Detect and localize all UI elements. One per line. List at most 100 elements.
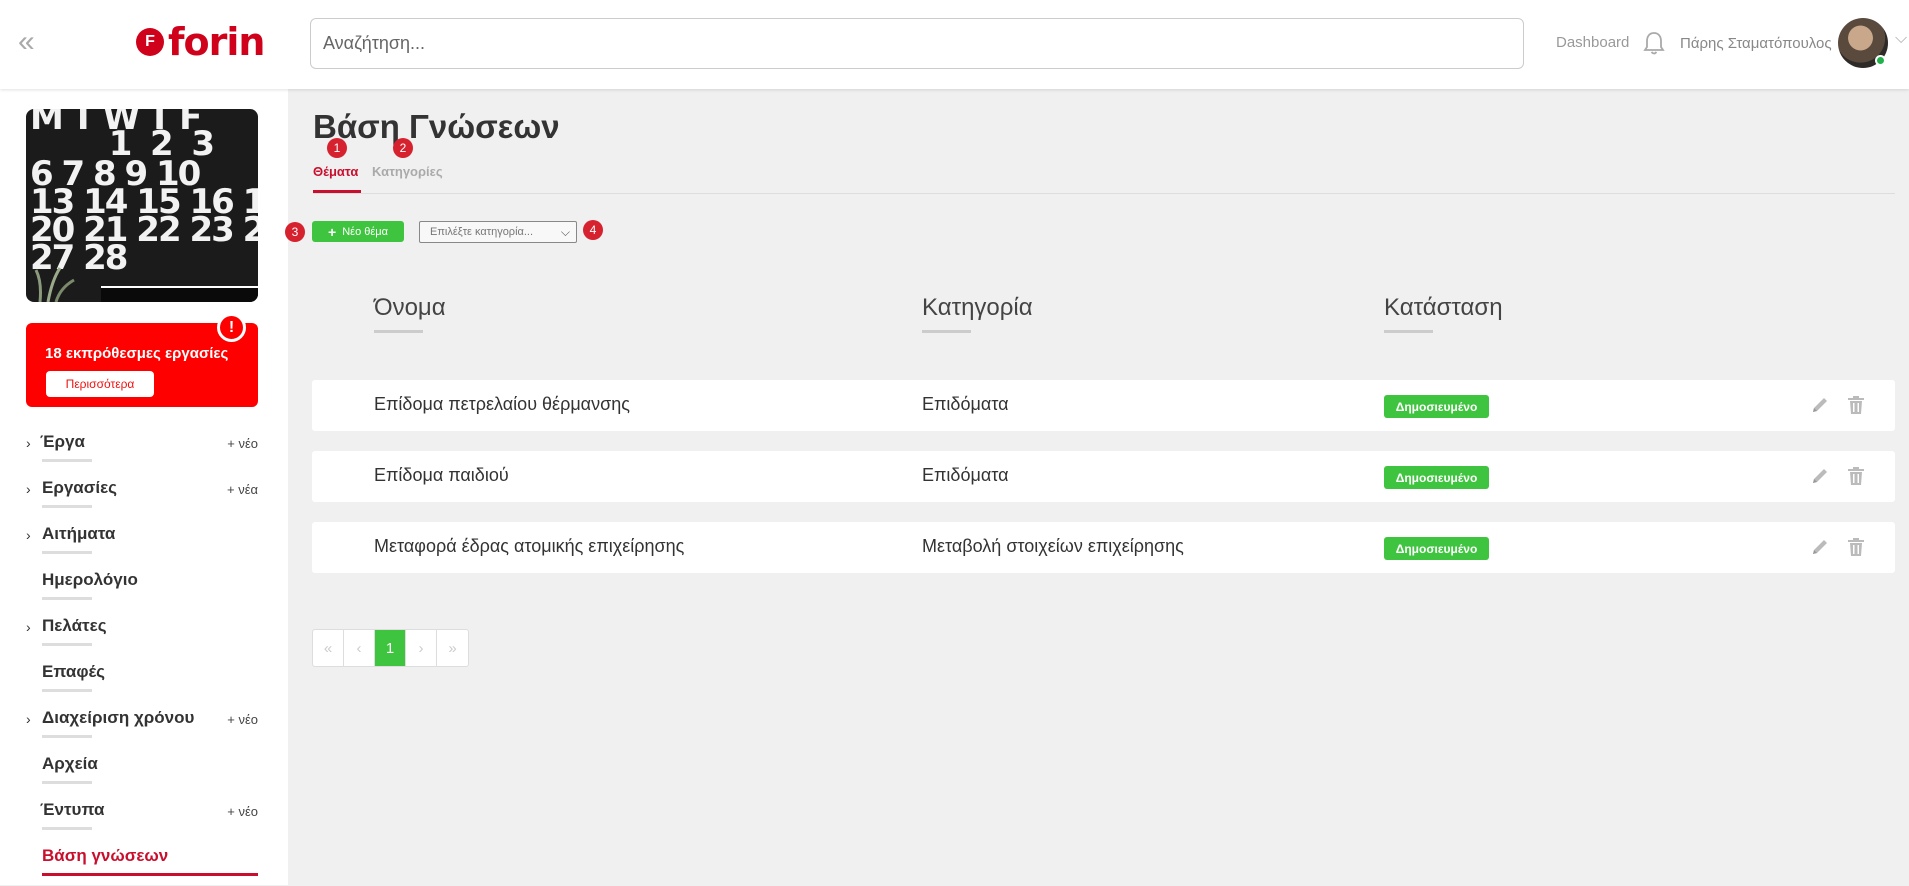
first-page-button[interactable]: « [313, 630, 344, 666]
trash-icon[interactable] [1845, 535, 1867, 559]
chevron-right-icon[interactable]: › [26, 481, 31, 497]
menu-underline [42, 827, 92, 830]
row-category: Επιδόματα [922, 465, 1009, 485]
menu-underline-active [42, 873, 258, 876]
row-category: Επιδόματα [922, 394, 1009, 414]
dashboard-link[interactable]: Dashboard [1556, 34, 1629, 51]
chevron-down-icon[interactable]: ⌵ [1895, 30, 1907, 48]
collapse-sidebar-icon[interactable]: « [18, 27, 48, 58]
trash-icon[interactable] [1845, 464, 1867, 488]
logo[interactable]: F forin [136, 20, 265, 64]
sidebar-item-label: Διαχείριση χρόνου [42, 708, 195, 727]
column-underline [1384, 330, 1433, 333]
user-name[interactable]: Πάρης Σταματόπουλος [1680, 35, 1832, 52]
table-row[interactable]: Μεταφορά έδρας ατομικής επιχείρησης Μετα… [312, 522, 1895, 573]
column-header-name[interactable]: Όνομα [374, 294, 446, 322]
menu-underline [42, 689, 92, 692]
status-badge: Δημοσιευμένο [1384, 395, 1489, 418]
column-underline [922, 330, 971, 333]
sidebar-item-forms[interactable]: Έντυπα + νέο [26, 800, 258, 840]
menu-underline [42, 459, 92, 462]
logo-text: forin [168, 20, 265, 64]
chevron-right-icon[interactable]: › [26, 711, 31, 727]
sidebar-item-files[interactable]: Αρχεία [26, 754, 258, 794]
column-underline [374, 330, 423, 333]
annotation-marker: 4 [583, 220, 603, 240]
overdue-tasks-text: 18 εκπρόθεσμες εργασίες [45, 345, 229, 362]
annotation-marker: 2 [393, 138, 413, 158]
sidebar-item-calendar[interactable]: Ημερολόγιο [26, 570, 258, 610]
sidebar-item-label: Επαφές [42, 662, 106, 681]
trash-icon[interactable] [1845, 393, 1867, 417]
sidebar-item-label: Αιτήματα [42, 524, 116, 543]
column-header-category[interactable]: Κατηγορία [922, 294, 1033, 322]
edit-icon[interactable] [1809, 535, 1831, 559]
new-form-link[interactable]: + νέο [227, 804, 258, 819]
annotation-marker: 1 [327, 138, 347, 158]
sidebar-item-label: Πελάτες [42, 616, 107, 635]
menu-underline [42, 781, 92, 784]
new-time-entry-link[interactable]: + νέο [227, 712, 258, 727]
category-select[interactable]: Επιλέξτε κατηγορία... ⌵ [419, 221, 577, 243]
next-page-button[interactable]: › [406, 630, 437, 666]
column-header-status[interactable]: Κατάσταση [1384, 294, 1503, 322]
logo-mark: F [136, 28, 164, 56]
menu-underline [42, 735, 92, 738]
menu-underline [42, 551, 92, 554]
sidebar-item-label: Βάση γνώσεων [42, 846, 169, 865]
annotation-marker: 3 [285, 222, 305, 242]
calendar-shelf [101, 286, 258, 302]
sidebar-item-label: Ημερολόγιο [42, 570, 138, 589]
status-badge: Δημοσιευμένο [1384, 466, 1489, 489]
page-title: Βάση Γνώσεων [313, 108, 560, 145]
edit-icon[interactable] [1809, 393, 1831, 417]
sidebar-item-tasks[interactable]: › Εργασίες + νέα [26, 478, 258, 518]
edit-icon[interactable] [1809, 464, 1831, 488]
tab-categories[interactable]: Κατηγορίες [372, 164, 443, 179]
menu-underline [42, 643, 92, 646]
sidebar-item-label: Εργασίες [42, 478, 118, 497]
search-input[interactable] [310, 18, 1524, 69]
sidebar: M T W T F 1 2 3 6 7 8 9 10 13 14 15 16 1… [0, 89, 288, 885]
row-name[interactable]: Μεταφορά έδρας ατομικής επιχείρησης [374, 536, 684, 557]
tab-topics[interactable]: Θέματα [313, 164, 358, 179]
sidebar-item-time-management[interactable]: › Διαχείριση χρόνου + νέο [26, 708, 258, 748]
alert-exclamation-icon: ! [217, 313, 246, 342]
last-page-button[interactable]: » [437, 630, 468, 666]
row-name[interactable]: Επίδομα παιδιού [374, 465, 509, 486]
table-row[interactable]: Επίδομα παιδιού Επιδόματα Δημοσιευμένο [312, 451, 1895, 502]
tabs-divider [313, 193, 1895, 194]
sidebar-item-label: Έργα [40, 432, 85, 451]
table-row[interactable]: Επίδομα πετρελαίου θέρμανσης Επιδόματα Δ… [312, 380, 1895, 431]
bell-icon[interactable] [1642, 30, 1666, 56]
new-project-link[interactable]: + νέο [227, 436, 258, 451]
online-status-icon [1875, 55, 1886, 66]
new-topic-label: Νέο θέμα [342, 225, 388, 238]
pagination: « ‹ 1 › » [312, 629, 469, 667]
status-badge: Δημοσιευμένο [1384, 537, 1489, 560]
calendar-image: M T W T F 1 2 3 6 7 8 9 10 13 14 15 16 1… [26, 109, 258, 302]
top-bar: « F forin Dashboard Πάρης Σταματόπουλος … [0, 0, 1909, 89]
plant-icon [34, 267, 75, 302]
new-topic-button[interactable]: + Νέο θέμα [312, 221, 404, 242]
sidebar-item-contacts[interactable]: Επαφές [26, 662, 258, 702]
row-category: Μεταβολή στοιχείων επιχείρησης [922, 536, 1184, 556]
plus-icon: + [328, 223, 337, 240]
menu-underline [42, 505, 92, 508]
menu-underline [42, 597, 92, 600]
chevron-down-icon: ⌵ [560, 225, 570, 239]
page-1-button[interactable]: 1 [375, 630, 406, 666]
sidebar-item-knowledge-base[interactable]: Βάση γνώσεων [26, 846, 258, 886]
chevron-right-icon[interactable]: › [26, 435, 31, 451]
sidebar-item-clients[interactable]: › Πελάτες [26, 616, 258, 656]
more-button[interactable]: Περισσότερα [46, 371, 154, 397]
chevron-right-icon[interactable]: › [26, 619, 31, 635]
sidebar-item-label: Αρχεία [42, 754, 98, 773]
category-select-placeholder: Επιλέξτε κατηγορία... [430, 226, 534, 238]
chevron-right-icon[interactable]: › [26, 527, 31, 543]
new-task-link[interactable]: + νέα [227, 482, 258, 497]
row-name[interactable]: Επίδομα πετρελαίου θέρμανσης [374, 394, 630, 415]
sidebar-item-requests[interactable]: › Αιτήματα [26, 524, 258, 564]
prev-page-button[interactable]: ‹ [344, 630, 375, 666]
sidebar-item-projects[interactable]: › Έργα + νέο [26, 432, 258, 472]
